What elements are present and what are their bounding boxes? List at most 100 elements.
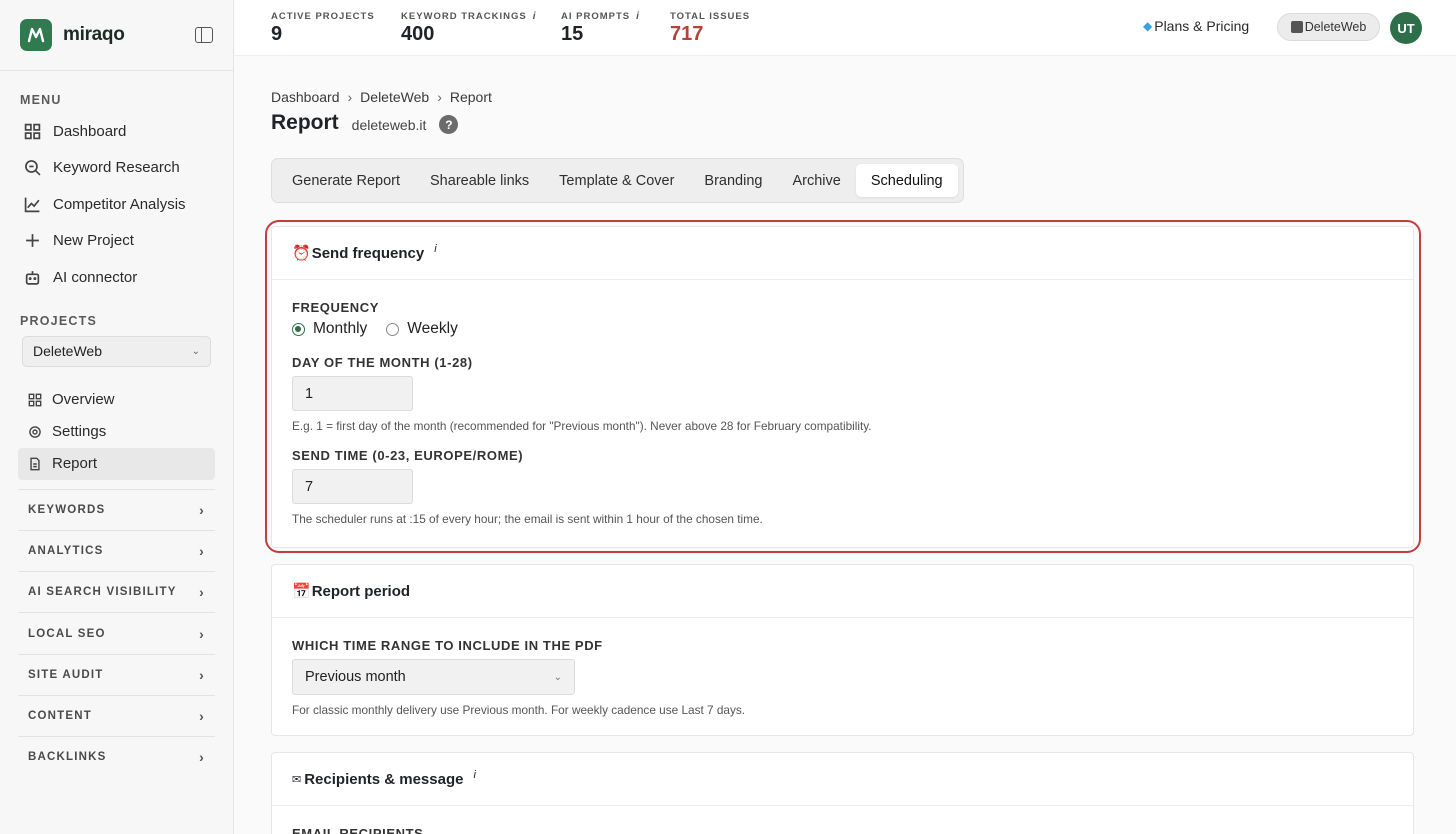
group-label: KEYWORDS bbox=[28, 503, 106, 516]
breadcrumb-item[interactable]: Dashboard bbox=[271, 89, 340, 105]
logo[interactable] bbox=[20, 19, 52, 51]
group-label: AI SEARCH VISIBILITY bbox=[28, 586, 177, 599]
card-header: ✉ Recipients & message i bbox=[272, 753, 1413, 806]
calendar-icon: 📅 bbox=[292, 583, 311, 600]
tab-scheduling[interactable]: Scheduling bbox=[855, 164, 958, 197]
nav-label: New Project bbox=[53, 232, 134, 250]
send-frequency-card: ⏰ Send frequency i FREQUENCY Monthly Wee… bbox=[271, 226, 1414, 548]
group-site-audit[interactable]: SITE AUDIT › bbox=[18, 653, 215, 695]
grid-icon bbox=[28, 393, 42, 406]
nav-item-new-project[interactable]: New Project bbox=[0, 223, 233, 260]
nav-label: Keyword Research bbox=[53, 159, 180, 177]
radio-weekly[interactable]: Weekly bbox=[386, 320, 458, 338]
help-icon[interactable]: ? bbox=[439, 115, 459, 134]
frequency-radio-group: Monthly Weekly bbox=[292, 320, 1393, 338]
stat-active-projects: ACTIVE PROJECTS 9 bbox=[271, 11, 375, 46]
stat-label: KEYWORD TRACKINGS bbox=[401, 11, 527, 22]
sub-item-overview[interactable]: Overview bbox=[18, 384, 215, 416]
plus-icon bbox=[26, 234, 39, 248]
breadcrumb-item[interactable]: DeleteWeb bbox=[360, 89, 429, 105]
page-title: Report bbox=[271, 111, 339, 134]
project-select[interactable]: DeleteWeb ⌄ bbox=[22, 335, 211, 367]
chevron-down-icon: ⌄ bbox=[553, 671, 562, 683]
group-label: BACKLINKS bbox=[28, 751, 107, 764]
breadcrumb-separator: › bbox=[347, 89, 353, 105]
day-of-month-hint: E.g. 1 = first day of the month (recomme… bbox=[292, 419, 872, 433]
logo-icon bbox=[27, 27, 45, 43]
nav-item-competitor-analysis[interactable]: Competitor Analysis bbox=[0, 186, 233, 223]
page-domain: deleteweb.it bbox=[351, 117, 427, 133]
chevron-down-icon: ⌄ bbox=[191, 345, 200, 357]
plans-label: Plans & Pricing bbox=[1154, 18, 1250, 34]
time-range-select[interactable]: Previous month ⌄ bbox=[292, 659, 575, 695]
stat-label-row: KEYWORD TRACKINGS i bbox=[401, 11, 537, 22]
stat-ai-prompts: AI PROMPTS i 15 bbox=[561, 11, 640, 46]
send-time-hint: The scheduler runs at :15 of every hour;… bbox=[292, 512, 763, 526]
alarm-clock-icon: ⏰ bbox=[292, 245, 311, 262]
avatar[interactable]: UT bbox=[1390, 12, 1422, 44]
send-time-input[interactable]: 7 bbox=[292, 469, 413, 504]
tab-template-cover[interactable]: Template & Cover bbox=[544, 164, 689, 197]
day-of-month-input[interactable]: 1 bbox=[292, 376, 413, 411]
group-analytics[interactable]: ANALYTICS › bbox=[18, 529, 215, 571]
card-body: FREQUENCY Monthly Weekly DAY OF THE MONT… bbox=[272, 280, 1413, 526]
projects-label: PROJECTS bbox=[20, 313, 97, 328]
brand-name: miraqo bbox=[63, 24, 125, 45]
chevron-right-icon: › bbox=[199, 625, 205, 642]
select-value: Previous month bbox=[305, 669, 406, 685]
radio-label: Weekly bbox=[407, 320, 458, 337]
stat-value: 400 bbox=[401, 23, 435, 45]
menu-label: MENU bbox=[20, 93, 62, 107]
sub-item-label: Overview bbox=[52, 391, 115, 408]
info-icon[interactable]: i bbox=[473, 769, 475, 781]
stat-total-issues: TOTAL ISSUES 717 bbox=[670, 11, 750, 46]
card-header: ⏰ Send frequency i bbox=[272, 227, 1413, 280]
chevron-right-icon: › bbox=[199, 708, 205, 725]
sub-item-settings[interactable]: Settings bbox=[18, 416, 215, 448]
brand: miraqo bbox=[0, 0, 233, 71]
stat-label: AI PROMPTS bbox=[561, 11, 631, 22]
group-ai-search-visibility[interactable]: AI SEARCH VISIBILITY › bbox=[18, 571, 215, 612]
chevron-right-icon: › bbox=[199, 501, 205, 518]
workspace-button[interactable]: DeleteWeb bbox=[1277, 13, 1380, 41]
info-icon[interactable]: i bbox=[636, 11, 640, 22]
plans-pricing-link[interactable]: ◆ Plans & Pricing bbox=[1143, 18, 1249, 34]
envelope-icon: ✉ bbox=[292, 773, 302, 786]
radio-checked-icon[interactable] bbox=[292, 322, 305, 336]
stat-label: ACTIVE PROJECTS bbox=[271, 11, 375, 22]
sub-item-report[interactable]: Report bbox=[18, 447, 215, 480]
info-icon[interactable]: i bbox=[533, 11, 537, 22]
day-of-month-label: DAY OF THE MONTH (1-28) bbox=[292, 355, 473, 370]
chart-line-icon bbox=[24, 197, 40, 213]
sub-item-label: Report bbox=[52, 455, 98, 472]
radio-label: Monthly bbox=[313, 320, 368, 337]
nav-item-keyword-research[interactable]: Keyword Research bbox=[0, 150, 233, 187]
group-content[interactable]: CONTENT › bbox=[18, 694, 215, 736]
robot-icon bbox=[25, 270, 40, 285]
report-period-card: 📅 Report period WHICH TIME RANGE TO INCL… bbox=[271, 564, 1414, 736]
workspace-label: DeleteWeb bbox=[1304, 20, 1367, 34]
sidebar-toggle-icon[interactable] bbox=[195, 27, 213, 43]
email-recipients-label: EMAIL RECIPIENTS bbox=[292, 826, 424, 834]
sidebar: miraqo MENU Dashboard Keyword Research C… bbox=[0, 0, 234, 834]
radio-monthly[interactable]: Monthly bbox=[292, 320, 367, 338]
tab-shareable-links[interactable]: Shareable links bbox=[415, 164, 544, 197]
nav-label: Competitor Analysis bbox=[53, 195, 186, 213]
nav-item-dashboard[interactable]: Dashboard bbox=[0, 113, 233, 150]
breadcrumb-item: Report bbox=[449, 89, 492, 105]
stat-value: 15 bbox=[561, 23, 584, 45]
topbar: ACTIVE PROJECTS 9 KEYWORD TRACKINGS i 400… bbox=[235, 0, 1456, 56]
info-icon[interactable]: i bbox=[434, 243, 436, 255]
group-backlinks[interactable]: BACKLINKS › bbox=[18, 736, 215, 777]
card-body: WHICH TIME RANGE TO INCLUDE IN THE PDF P… bbox=[272, 618, 1413, 717]
group-local-seo[interactable]: LOCAL SEO › bbox=[18, 612, 215, 653]
stat-value: 9 bbox=[271, 23, 283, 45]
tab-generate-report[interactable]: Generate Report bbox=[277, 164, 415, 197]
nav-item-ai-connector[interactable]: AI connector bbox=[0, 259, 233, 296]
tab-branding[interactable]: Branding bbox=[689, 164, 777, 197]
breadcrumb-separator: › bbox=[437, 89, 442, 105]
tab-archive[interactable]: Archive bbox=[777, 164, 855, 197]
radio-unchecked-icon[interactable] bbox=[386, 322, 400, 336]
group-keywords[interactable]: KEYWORDS › bbox=[18, 488, 215, 530]
grid-icon bbox=[24, 123, 41, 140]
